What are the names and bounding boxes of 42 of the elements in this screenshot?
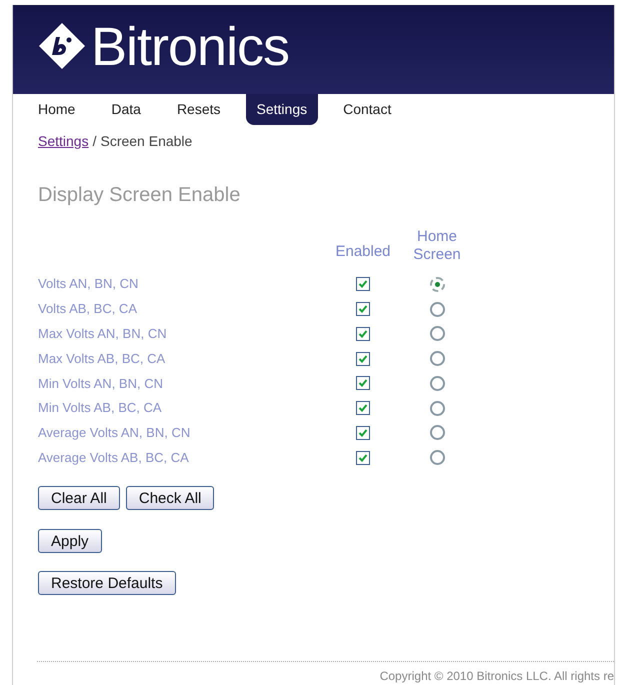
nav-tab[interactable]: Home [27,94,86,126]
form-button[interactable]: Check All [126,486,214,510]
nav-tab[interactable]: Resets [166,94,232,126]
row-label: Min Volts AN, BN, CN [38,374,164,393]
logo-icon [37,21,87,71]
nav-tab[interactable]: Settings [246,94,318,126]
checkbox[interactable] [356,326,370,341]
breadcrumb-current: Screen Enable [100,132,192,151]
column-header: Home Screen [412,228,462,264]
radio-button[interactable] [430,425,444,440]
form-button[interactable]: Restore Defaults [38,571,176,596]
checkbox[interactable] [356,277,370,292]
breadcrumb-link[interactable]: Settings [38,130,89,152]
row-label: Volts AN, BN, CN [38,275,140,294]
form-button[interactable]: Apply [38,529,102,554]
column-header: Enabled [334,242,392,261]
checkbox[interactable] [356,352,370,366]
radio-button[interactable] [430,450,444,466]
breadcrumb-separator: / [92,132,96,151]
row-label: Average Volts AB, BC, CA [38,449,190,468]
checkbox[interactable] [356,426,370,440]
checkbox[interactable] [356,302,370,316]
radio-button[interactable] [430,400,444,416]
radio-button[interactable] [430,276,444,292]
radio-button[interactable] [430,351,444,366]
row-label: Average Volts AN, BN, CN [38,424,192,442]
nav-tab[interactable]: Data [100,94,152,126]
row-label: Volts AB, BC, CA [38,300,138,318]
copyright-text: Copyright © 2010 Bitronics LLC. All rights re [380,668,614,685]
row-label: Min Volts AB, BC, CA [38,399,163,418]
row-label: Max Volts AN, BN, CN [38,325,168,344]
radio-button[interactable] [430,326,444,342]
radio-button[interactable] [430,302,444,316]
form-button[interactable]: Clear All [38,486,120,510]
logo-text: Bitronics [91,17,290,77]
page-title: Display Screen Enable [37,182,242,208]
row-label: Max Volts AB, BC, CA [38,350,166,368]
checkbox[interactable] [356,401,370,416]
checkbox[interactable] [356,450,370,465]
checkbox[interactable] [356,376,370,390]
nav-tab[interactable]: Contact [332,94,402,126]
radio-button[interactable] [430,376,444,391]
